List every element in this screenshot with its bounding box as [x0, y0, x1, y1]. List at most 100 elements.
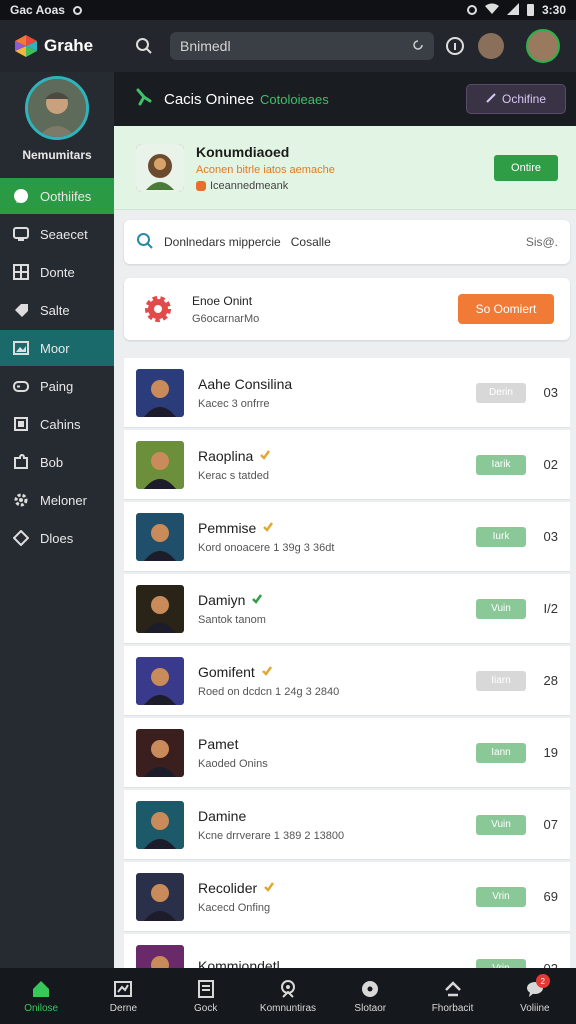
game-action-button[interactable]: Iarik — [476, 454, 526, 475]
game-action-button[interactable]: Vrin — [476, 958, 526, 968]
search-icon[interactable] — [126, 28, 162, 64]
nav-item-2[interactable]: Gock — [165, 968, 247, 1024]
search-value: Bnimedl — [180, 38, 231, 54]
sidebar-item-label: Paing — [40, 378, 74, 394]
home-icon — [30, 979, 52, 999]
banner-button[interactable]: Ontire — [494, 154, 558, 181]
sidebar-nav: Oothiifes Seaecet Donte Salte Moor Paing… — [0, 178, 114, 556]
game-title: Damiyn — [198, 591, 246, 608]
sidebar-item-2[interactable]: Donte — [0, 254, 114, 290]
gamepad-icon — [134, 87, 154, 112]
nav-label: Komnuntiras — [259, 1002, 317, 1014]
grid-icon — [12, 263, 30, 281]
game-title: Damine — [198, 807, 247, 824]
info-icon[interactable] — [446, 37, 464, 55]
book-icon — [195, 979, 217, 999]
sidebar-item-label: Moor — [40, 340, 70, 356]
game-title: Pemmise — [198, 519, 257, 536]
gear-icon — [12, 491, 30, 509]
square-icon — [12, 415, 30, 433]
status-time: 3:30 — [541, 3, 566, 17]
disc-icon — [359, 979, 381, 999]
nav-item-5[interactable]: Fhorbacit — [411, 968, 493, 1024]
featured-banner[interactable]: Konumdiaoed Aconen bitrle iatos aemache … — [114, 126, 576, 210]
sidebar-item-8[interactable]: Meloner — [0, 482, 114, 518]
pencil-icon — [486, 92, 496, 106]
status-bar: Gac Aoas 3:30 — [0, 0, 576, 20]
board-icon — [112, 979, 134, 999]
list-item[interactable]: Damiyn Santok tanom Vuin I/2 — [124, 574, 570, 644]
header-action-button[interactable]: Ochifine — [466, 84, 566, 114]
banner-subtitle: Aconen bitrle iatos aemache — [196, 163, 335, 176]
chat-icon — [12, 187, 30, 205]
user-avatar-small[interactable] — [478, 33, 504, 59]
list-item[interactable]: Kommiondetl Vrin 02 — [124, 934, 570, 968]
sidebar-item-label: Donte — [40, 264, 75, 280]
game-action-button[interactable]: Iurk — [476, 526, 526, 547]
banner-title: Konumdiaoed — [196, 143, 290, 160]
nav-item-6[interactable]: Voliine 2 — [494, 968, 576, 1024]
list-item[interactable]: Gomifent Roed on dcdcn 1 24g 3 2840 Iiarn 2… — [124, 646, 570, 716]
promo-card: Enoe Onint G6ocarnarMo So Oomiert — [124, 278, 570, 340]
sidebar-item-label: Salte — [40, 302, 70, 318]
brand-name: Grahe — [44, 36, 94, 55]
brand[interactable]: Grahe — [0, 20, 114, 72]
list-item[interactable]: Pamet Kaoded Onins Iann 19 — [124, 718, 570, 788]
game-action-button[interactable]: Vrin — [476, 886, 526, 907]
game-subtitle: Roed on dcdcn 1 24g 3 2840 — [198, 685, 340, 698]
refresh-icon[interactable] — [412, 38, 424, 54]
game-count: 02 — [534, 961, 558, 968]
banner-thumbnail — [136, 143, 184, 192]
nav-item-1[interactable]: Derne — [82, 968, 164, 1024]
game-title: Recolider — [198, 879, 258, 896]
sidebar-item-4[interactable]: Moor — [0, 330, 114, 366]
nav-item-4[interactable]: Slotaor — [329, 968, 411, 1024]
search-input[interactable]: Bnimedl — [170, 32, 434, 60]
game-action-button[interactable]: Vuin — [476, 598, 526, 619]
tag-icon — [12, 301, 30, 319]
sidebar-item-7[interactable]: Bob — [0, 444, 114, 480]
sidebar-item-9[interactable]: Dloes — [0, 520, 114, 556]
nav-item-0[interactable]: Onilose — [0, 968, 82, 1024]
list-item[interactable]: Raoplina Kerac s tatded Iarik 02 — [124, 430, 570, 500]
wifi-icon — [484, 3, 499, 18]
list-item[interactable]: Damine Kcne drrverare 1 389 2 13800 Vuin 07 — [124, 790, 570, 860]
game-action-button[interactable]: Iann — [476, 742, 526, 763]
nav-label: Derne — [109, 1002, 138, 1014]
game-subtitle: Kacecd Onfing — [198, 901, 271, 914]
search-icon — [136, 232, 154, 253]
game-count: 69 — [543, 889, 558, 904]
search-placeholder: Donlnedars mippercie — [164, 235, 281, 249]
content-search-bar[interactable]: Donlnedars mippercie Cosalle Sis@. — [124, 220, 570, 264]
game-action-button[interactable]: Vuin — [476, 814, 526, 835]
game-count: 02 — [543, 457, 558, 472]
nav-item-3[interactable]: Komnuntiras — [247, 968, 329, 1024]
game-thumbnail — [136, 872, 184, 921]
promo-button[interactable]: So Oomiert — [458, 294, 554, 324]
game-action-button[interactable]: Iiarn — [476, 670, 526, 691]
sidebar-item-0[interactable]: Oothiifes — [0, 178, 114, 214]
verified-badge-icon — [261, 664, 273, 680]
record-icon — [72, 5, 82, 15]
sidebar-item-6[interactable]: Cahins — [0, 406, 114, 442]
sidebar-profile[interactable]: Nemumitars — [0, 72, 114, 178]
diamond-icon — [12, 529, 30, 547]
sidebar-item-1[interactable]: Seaecet — [0, 216, 114, 252]
avatar[interactable] — [25, 76, 89, 140]
status-left-text: Gac Aoas — [10, 3, 65, 17]
sidebar-item-5[interactable]: Paing — [0, 368, 114, 404]
main-content: Konumdiaoed Aconen bitrle iatos aemache … — [114, 126, 576, 968]
nav-label: Gock — [194, 1002, 218, 1014]
list-item[interactable]: Aahe Consilina Kacec 3 onfrre Derin 03 — [124, 358, 570, 428]
list-item[interactable]: Pemmise Kord onoacere 1 39g 3 36dt Iurk 03 — [124, 502, 570, 572]
game-action-button[interactable]: Derin — [476, 382, 526, 403]
search-filter[interactable]: Cosalle — [291, 235, 331, 249]
banner-meta: Iceannedmeank — [210, 179, 289, 192]
game-subtitle: Santok tanom — [198, 613, 266, 626]
puzzle-icon — [12, 453, 30, 471]
search-count: Sis@. — [525, 235, 558, 249]
game-thumbnail — [136, 512, 184, 561]
profile-avatar-top[interactable] — [526, 29, 560, 63]
sidebar-item-3[interactable]: Salte — [0, 292, 114, 328]
list-item[interactable]: Recolider Kacecd Onfing Vrin 69 — [124, 862, 570, 932]
